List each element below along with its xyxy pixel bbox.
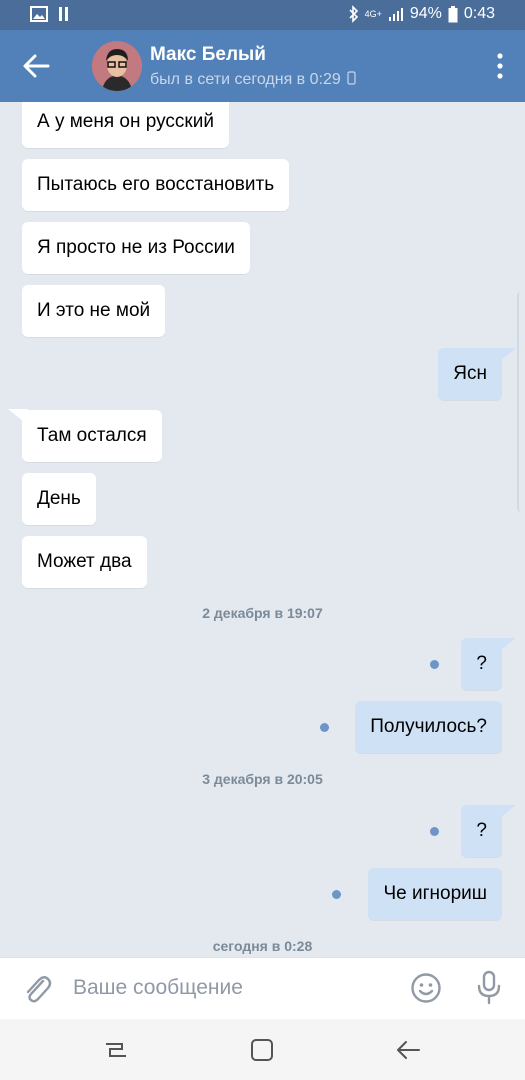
- message-in[interactable]: А у меня он русский: [22, 102, 229, 148]
- last-seen-status: был в сети сегодня в 0:29: [150, 71, 356, 89]
- back-arrow-icon[interactable]: [20, 51, 52, 81]
- message-in[interactable]: Пытаюсь его восстановить: [22, 159, 290, 211]
- chat-header: Макс Белый был в сети сегодня в 0:29: [0, 30, 525, 102]
- scroll-indicator: [517, 292, 525, 512]
- unread-dot: [320, 723, 329, 732]
- system-nav-bar: [0, 1019, 525, 1080]
- message-out[interactable]: ?: [461, 805, 502, 857]
- unread-dot: [332, 890, 341, 899]
- date-separator: 2 декабря в 19:07: [202, 605, 323, 621]
- signal-icon: [388, 8, 403, 21]
- home-icon[interactable]: [246, 1034, 278, 1066]
- emoji-icon[interactable]: [410, 972, 442, 1004]
- message-in[interactable]: Я просто не из России: [22, 222, 250, 274]
- clock: 0:43: [463, 5, 495, 22]
- message-in[interactable]: И это не мой: [22, 285, 166, 337]
- network-type: 4G+: [364, 9, 382, 19]
- message-out[interactable]: Че игнориш: [368, 868, 502, 920]
- message-in[interactable]: День: [22, 473, 96, 525]
- recent-apps-icon[interactable]: [100, 1034, 132, 1066]
- phone-icon: [347, 71, 356, 85]
- message-input[interactable]: Ваше сообщение: [73, 976, 243, 1000]
- message-in[interactable]: Может два: [22, 536, 147, 588]
- message-out[interactable]: Получилось?: [355, 701, 502, 753]
- unread-dot: [430, 660, 439, 669]
- attach-icon[interactable]: [22, 972, 52, 1006]
- more-icon[interactable]: [493, 52, 507, 80]
- gallery-icon: [30, 6, 48, 22]
- mic-icon[interactable]: [475, 970, 503, 1006]
- bluetooth-icon: [348, 5, 358, 23]
- battery-icon: [448, 5, 458, 22]
- avatar[interactable]: [92, 41, 142, 91]
- message-in[interactable]: Там остался: [22, 410, 162, 462]
- last-seen-text: был в сети сегодня в 0:29: [150, 71, 341, 88]
- date-separator: 3 декабря в 20:05: [202, 771, 323, 787]
- battery-percent: 94%: [409, 5, 442, 22]
- contact-name[interactable]: Макс Белый: [150, 44, 266, 66]
- message-out[interactable]: Ясн: [438, 348, 502, 400]
- message-out[interactable]: ?: [461, 638, 502, 690]
- status-bar: 4G+ 94% 0:43: [0, 0, 525, 30]
- message-list[interactable]: А у меня он русский Пытаюсь его восстано…: [0, 102, 525, 957]
- unread-dot: [430, 827, 439, 836]
- pause-icon: [59, 7, 68, 21]
- avatar-image: [92, 41, 142, 91]
- date-separator: сегодня в 0:28: [212, 938, 313, 954]
- composer: Ваше сообщение: [0, 957, 525, 1020]
- back-icon[interactable]: [393, 1034, 425, 1066]
